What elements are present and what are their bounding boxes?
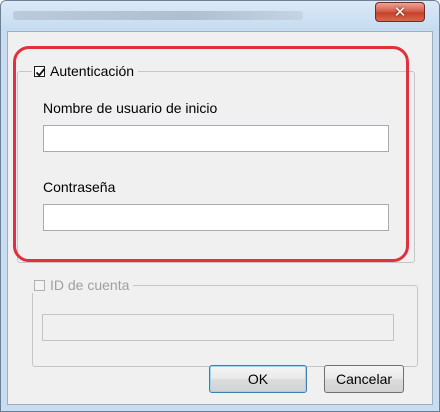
cancel-button[interactable]: Cancelar bbox=[324, 365, 404, 393]
title-bar[interactable]: ✕ bbox=[1, 1, 439, 30]
password-input[interactable] bbox=[43, 204, 389, 231]
authentication-label: Autenticación bbox=[50, 63, 135, 79]
authentication-group: Autenticación Nombre de usuario de inici… bbox=[17, 63, 415, 263]
close-button[interactable]: ✕ bbox=[375, 2, 425, 22]
dialog-body: Autenticación Nombre de usuario de inici… bbox=[7, 31, 433, 405]
authentication-checkbox[interactable] bbox=[34, 65, 46, 77]
username-label: Nombre de usuario de inicio bbox=[43, 100, 218, 116]
account-id-checkbox[interactable] bbox=[34, 279, 45, 291]
username-input[interactable] bbox=[43, 125, 389, 152]
account-id-legend: ID de cuenta bbox=[32, 277, 134, 293]
ok-button[interactable]: OK bbox=[209, 365, 307, 393]
dialog-window: ✕ Autenticación Nombre de usuario de ini… bbox=[0, 0, 440, 412]
account-id-group: ID de cuenta bbox=[32, 277, 418, 367]
check-icon bbox=[35, 67, 46, 77]
account-id-input[interactable] bbox=[42, 314, 394, 341]
window-title bbox=[13, 11, 303, 20]
password-label: Contraseña bbox=[43, 179, 116, 195]
close-icon: ✕ bbox=[393, 3, 407, 21]
account-id-label: ID de cuenta bbox=[50, 277, 130, 293]
authentication-legend: Autenticación bbox=[32, 63, 139, 79]
